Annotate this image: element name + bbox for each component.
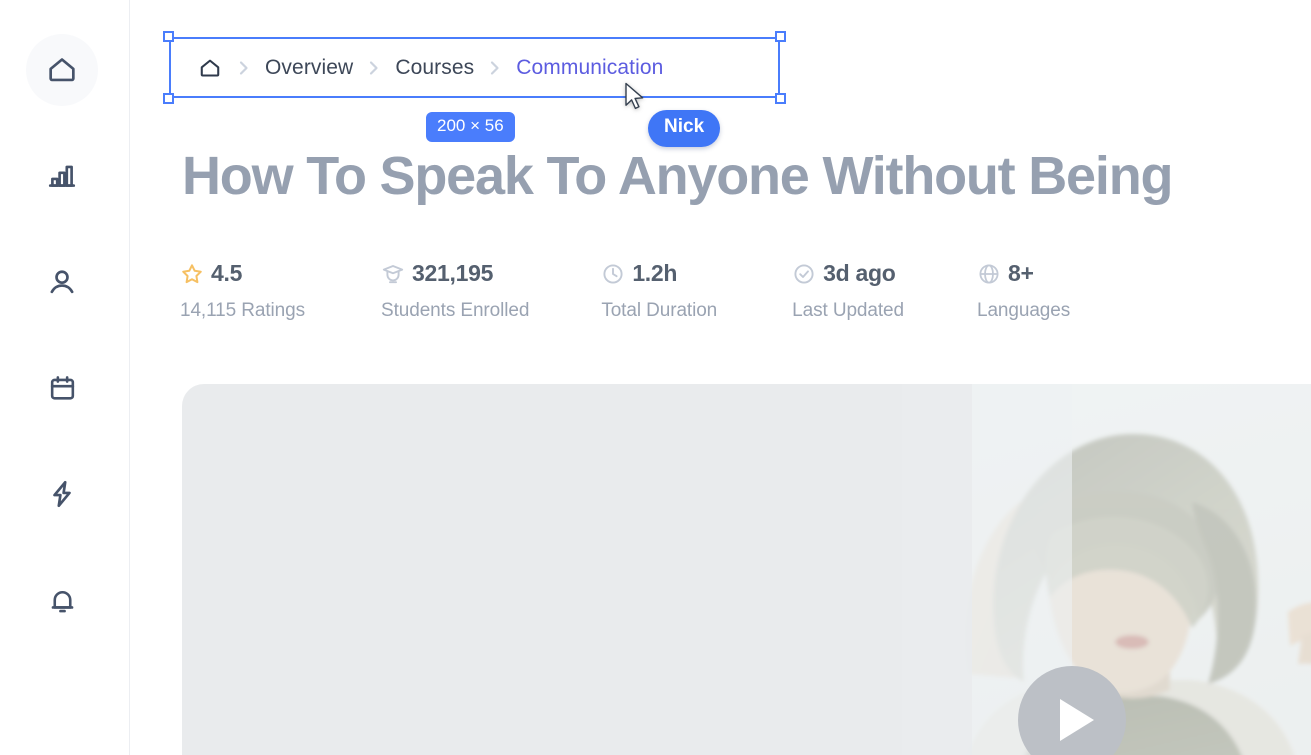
stat-duration: 1.2h Total Duration	[601, 258, 717, 322]
bar-chart-icon	[46, 160, 78, 192]
play-icon	[1060, 699, 1094, 741]
main-content: Overview Courses Communication 200 × 56 …	[130, 0, 1311, 755]
page-title: How To Speak To Anyone Without Being	[182, 146, 1173, 206]
stat-label: Total Duration	[601, 300, 718, 321]
stat-value: 4.5	[211, 259, 243, 286]
resize-handle-top-left[interactable]	[163, 31, 174, 42]
check-circle-icon	[792, 262, 814, 284]
stat-rating: 4.5 14,115 Ratings	[180, 258, 305, 322]
breadcrumb[interactable]: Overview Courses Communication	[169, 37, 780, 98]
breadcrumb-home-icon[interactable]	[197, 55, 223, 81]
stat-label: Last Updated	[792, 300, 904, 321]
star-icon	[180, 262, 202, 284]
clock-icon	[601, 262, 623, 284]
course-video-card[interactable]	[182, 384, 1311, 755]
stat-languages: 8+ Languages	[977, 258, 1070, 322]
chevron-right-icon	[223, 58, 265, 78]
sidebar-item-profile[interactable]	[26, 246, 98, 318]
resize-handle-top-right[interactable]	[775, 31, 786, 42]
chevron-right-icon	[353, 58, 395, 78]
home-icon	[45, 53, 79, 87]
stat-value: 1.2h	[632, 259, 678, 286]
resize-handle-bottom-left[interactable]	[163, 93, 174, 104]
sidebar-item-analytics[interactable]	[26, 140, 98, 212]
chevron-right-icon	[474, 58, 516, 78]
course-detail-page: Overview Courses Communication 200 × 56 …	[0, 0, 1311, 755]
stat-label: Languages	[976, 300, 1071, 321]
cursor-user-label: Nick	[648, 110, 721, 147]
user-icon	[46, 266, 78, 298]
lightning-bolt-icon	[46, 478, 78, 510]
sidebar-item-home[interactable]	[26, 34, 98, 106]
stat-label: Students Enrolled	[381, 300, 530, 321]
main-sidebar	[0, 0, 130, 755]
breadcrumb-selection-group[interactable]: Overview Courses Communication	[163, 31, 786, 104]
breadcrumb-item-courses[interactable]: Courses	[395, 56, 474, 80]
breadcrumb-item-overview[interactable]: Overview	[265, 56, 353, 80]
calendar-icon	[47, 373, 78, 404]
stat-value: 3d ago	[823, 259, 896, 286]
stat-value: 321,195	[412, 259, 494, 286]
graduation-cap-icon	[381, 262, 404, 284]
stat-students: 321,195 Students Enrolled	[381, 258, 529, 322]
selection-size-badge: 200 × 56	[426, 112, 515, 142]
sidebar-item-activity[interactable]	[26, 458, 98, 530]
breadcrumb-item-communication[interactable]: Communication	[516, 56, 663, 80]
mouse-pointer-icon	[624, 82, 646, 112]
sidebar-item-notifications[interactable]	[26, 564, 98, 636]
sidebar-item-calendar[interactable]	[26, 352, 98, 424]
bell-icon	[47, 585, 78, 616]
stat-last-updated: 3d ago Last Updated	[792, 258, 904, 322]
globe-icon	[977, 262, 999, 284]
stat-value: 8+	[1007, 259, 1034, 286]
course-stats-row: 4.5 14,115 Ratings 321,195 Students Enro…	[180, 258, 1070, 322]
stat-label: 14,115 Ratings	[180, 300, 306, 321]
resize-handle-bottom-right[interactable]	[775, 93, 786, 104]
